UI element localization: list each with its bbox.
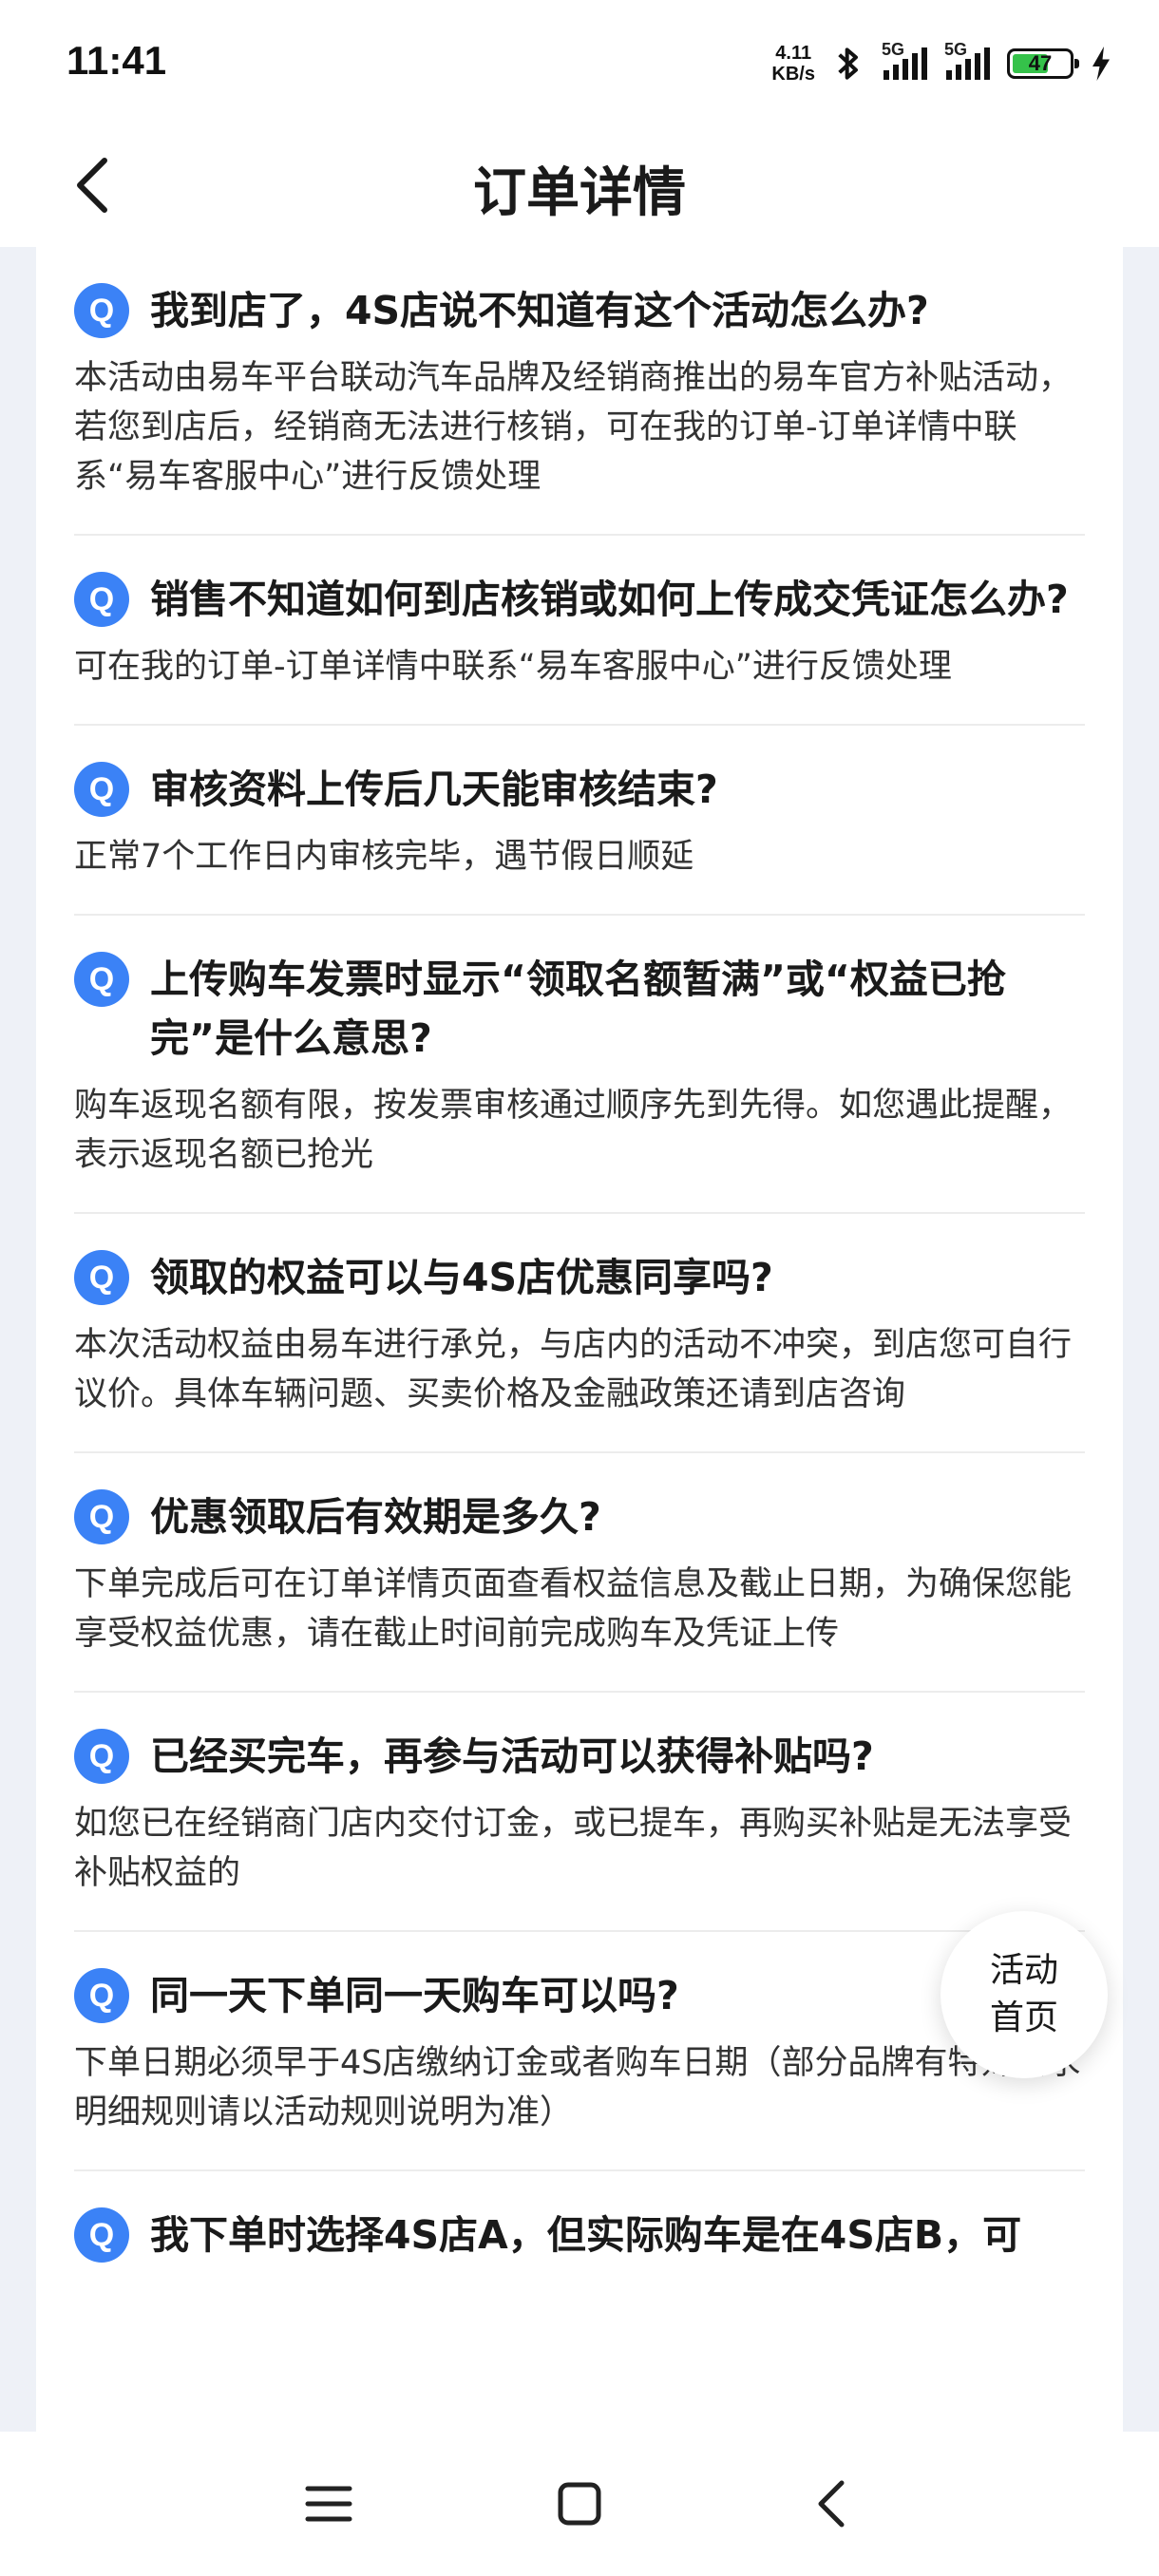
question-badge-icon: Q <box>74 572 129 627</box>
question-badge-icon: Q <box>74 1729 129 1784</box>
activity-home-label-2: 首页 <box>989 1998 1058 2037</box>
faq-item: Q 我下单时选择4S店A，但实际购车是在4S店B，可 <box>36 2171 1123 2264</box>
battery-level: 47 <box>1028 51 1053 75</box>
question-badge-icon: Q <box>74 283 129 338</box>
faq-answer: 下单完成后可在订单详情页面查看权益信息及截止日期，为确保您能享受权益优惠，请在截… <box>74 1565 1073 1653</box>
status-time: 11:41 <box>66 38 167 83</box>
faq-item: Q 上传购车发票时显示“领取名额暂满”或“权益已抢完”是什么意思? 购车返现名额… <box>36 916 1123 1214</box>
faq-item: Q 已经买完车，再参与活动可以获得补贴吗? 如您已在经销商门店内交付订金，或已提… <box>36 1693 1123 1932</box>
back-chevron-icon <box>818 2480 845 2528</box>
faq-question: 上传购车发票时显示“领取名额暂满”或“权益已抢完”是什么意思? <box>150 957 1006 1061</box>
faq-item: Q 销售不知道如何到店核销或如何上传成交凭证怎么办? 可在我的订单-订单详情中联… <box>36 536 1123 726</box>
status-bar: 11:41 4.11 KB/s 5G 5G 47 <box>0 0 1159 123</box>
faq-item: Q 领取的权益可以与4S店优惠同享吗? 本次活动权益由易车进行承兑，与店内的活动… <box>36 1214 1123 1453</box>
network-speed: 4.11 KB/s <box>771 43 815 85</box>
question-badge-icon: Q <box>74 1489 129 1544</box>
faq-question: 已经买完车，再参与活动可以获得补贴吗? <box>150 1733 874 1779</box>
faq-answer: 本次活动权益由易车进行承兑，与店内的活动不冲突，到店您可自行议价。具体车辆问题、… <box>74 1326 1073 1413</box>
status-icons: 4.11 KB/s 5G 5G 47 <box>771 40 1112 87</box>
faq-answer: 可在我的订单-订单详情中联系“易车客服中心”进行反馈处理 <box>74 648 952 686</box>
menu-icon <box>305 2486 352 2522</box>
faq-answer: 本活动由易车平台联动汽车品牌及经销商推出的易车官方补贴活动，若您到店后，经销商无… <box>74 359 1073 496</box>
question-badge-icon: Q <box>74 1250 129 1305</box>
faq-question: 优惠领取后有效期是多久? <box>150 1494 601 1540</box>
faq-question: 同一天下单同一天购车可以吗? <box>150 1973 679 2018</box>
home-square-icon <box>558 2482 601 2526</box>
network-speed-unit: KB/s <box>771 64 815 85</box>
system-back-button[interactable] <box>794 2466 870 2542</box>
faq-answer: 正常7个工作日内审核完毕，遇节假日顺延 <box>74 838 694 876</box>
question-badge-icon: Q <box>74 1968 129 2023</box>
faq-item: Q 我到店了，4S店说不知道有这个活动怎么办? 本活动由易车平台联动汽车品牌及经… <box>36 247 1123 536</box>
activity-home-label-1: 活动 <box>989 1951 1058 1990</box>
question-badge-icon: Q <box>74 762 129 817</box>
faq-question: 我到店了，4S店说不知道有这个活动怎么办? <box>150 288 929 333</box>
faq-answer: 下单日期必须早于4S店缴纳订金或者购车日期（部分品牌有特殊要求明细规则请以活动规… <box>74 2044 1081 2131</box>
menu-button[interactable] <box>291 2466 367 2542</box>
nav-bar: 订单详情 <box>0 123 1159 247</box>
bluetooth-icon <box>838 47 858 80</box>
activity-home-button[interactable]: 活动 首页 <box>940 1911 1108 2078</box>
network-speed-value: 4.11 <box>775 43 812 64</box>
faq-question: 我下单时选择4S店A，但实际购车是在4S店B，可 <box>150 2212 1022 2258</box>
faq-card: Q 我到店了，4S店说不知道有这个活动怎么办? 本活动由易车平台联动汽车品牌及经… <box>36 247 1123 2432</box>
battery-icon: 47 <box>1007 48 1079 79</box>
signal-strength-2-icon: 5G <box>944 40 990 80</box>
home-button[interactable] <box>542 2466 618 2542</box>
faq-question: 审核资料上传后几天能审核结束? <box>150 767 718 812</box>
faq-answer: 购车返现名额有限，按发票审核通过顺序先到先得。如您遇此提醒，表示返现名额已抢光 <box>74 1087 1073 1174</box>
faq-question: 销售不知道如何到店核销或如何上传成交凭证怎么办? <box>150 577 1069 622</box>
question-badge-icon: Q <box>74 2207 129 2263</box>
faq-answer: 如您已在经销商门店内交付订金，或已提车，再购买补贴是无法享受补贴权益的 <box>74 1805 1073 1892</box>
signal-strength-1-icon: 5G <box>882 40 927 80</box>
faq-question: 领取的权益可以与4S店优惠同享吗? <box>150 1255 773 1300</box>
page-title: 订单详情 <box>473 162 686 224</box>
faq-item: Q 审核资料上传后几天能审核结束? 正常7个工作日内审核完毕，遇节假日顺延 <box>36 726 1123 916</box>
faq-item: Q 优惠领取后有效期是多久? 下单完成后可在订单详情页面查看权益信息及截止日期，… <box>36 1453 1123 1693</box>
question-badge-icon: Q <box>74 952 129 1007</box>
charging-icon <box>1092 47 1110 81</box>
system-nav-bar <box>0 2432 1159 2576</box>
